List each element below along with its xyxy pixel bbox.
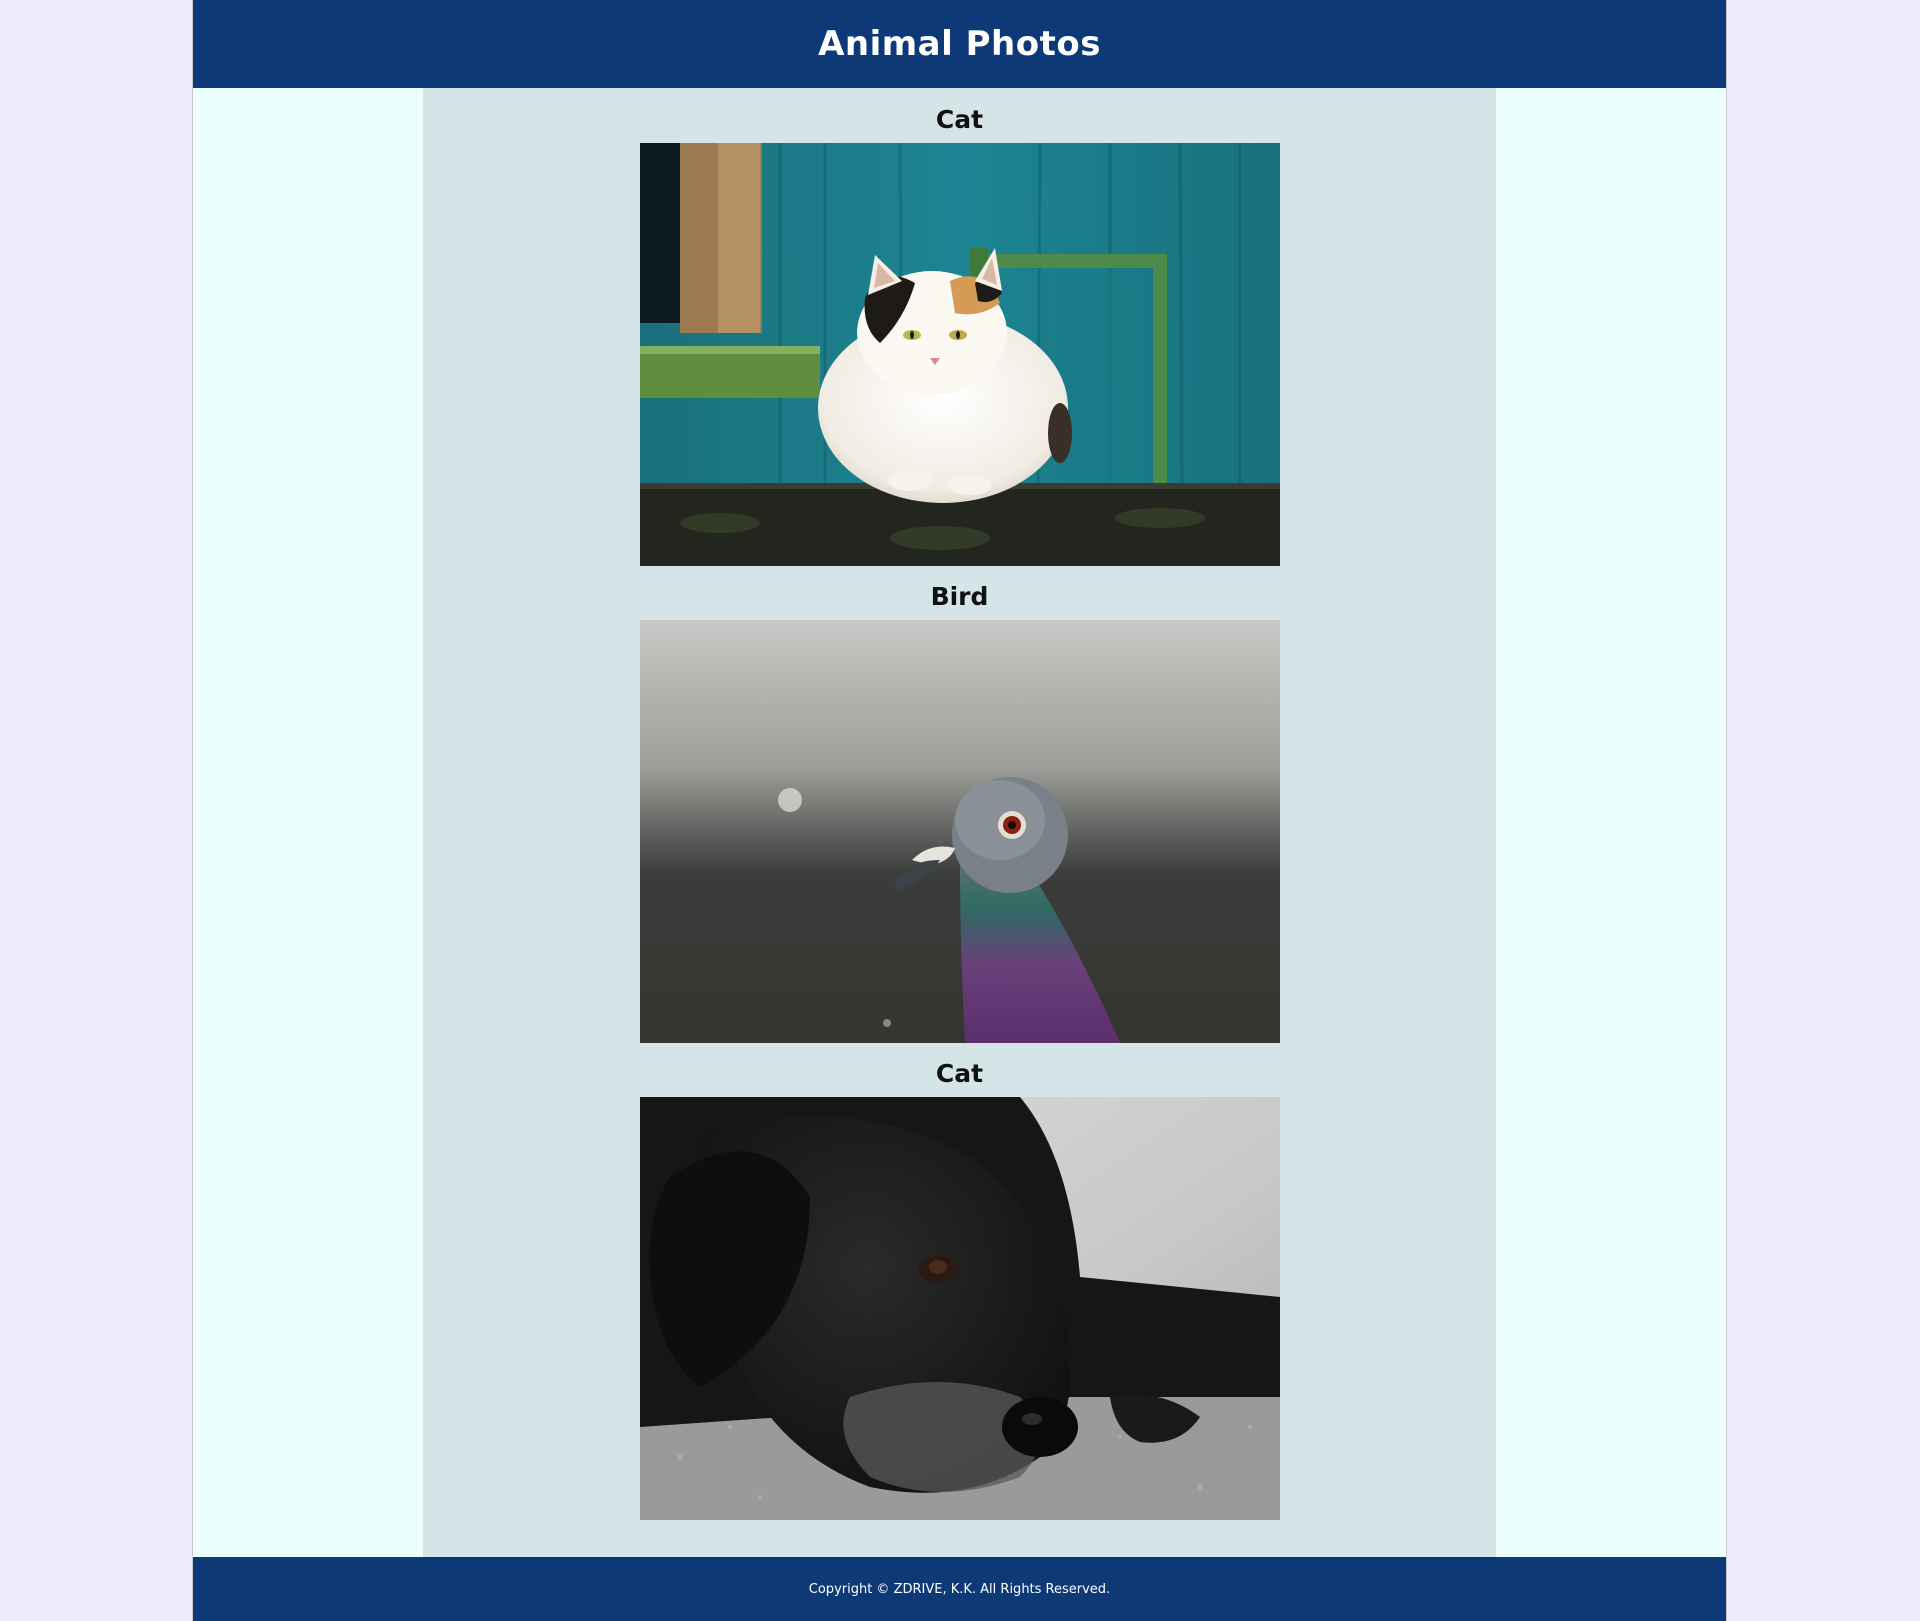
photo-caption: Cat [935, 1059, 984, 1088]
dog-photo [640, 1097, 1280, 1520]
photo-caption: Cat [935, 105, 984, 134]
site-footer: Copyright © ZDRIVE, K.K. All Rights Rese… [193, 1557, 1726, 1621]
cat-photo [640, 143, 1280, 566]
bird-photo [640, 620, 1280, 1043]
photo-section-2: Bird [423, 575, 1496, 1043]
photo-gallery: Cat Bird Cat [423, 88, 1496, 1557]
photo-section-1: Cat [423, 98, 1496, 566]
site-header: Animal Photos [193, 0, 1726, 88]
photo-section-3: Cat [423, 1052, 1496, 1520]
copyright-text: Copyright © ZDRIVE, K.K. All Rights Rese… [808, 1581, 1111, 1597]
page-container: Animal Photos Cat Bird Cat Copyright © Z… [192, 0, 1727, 1621]
photo-caption: Bird [930, 582, 989, 611]
page-title: Animal Photos [818, 24, 1101, 64]
